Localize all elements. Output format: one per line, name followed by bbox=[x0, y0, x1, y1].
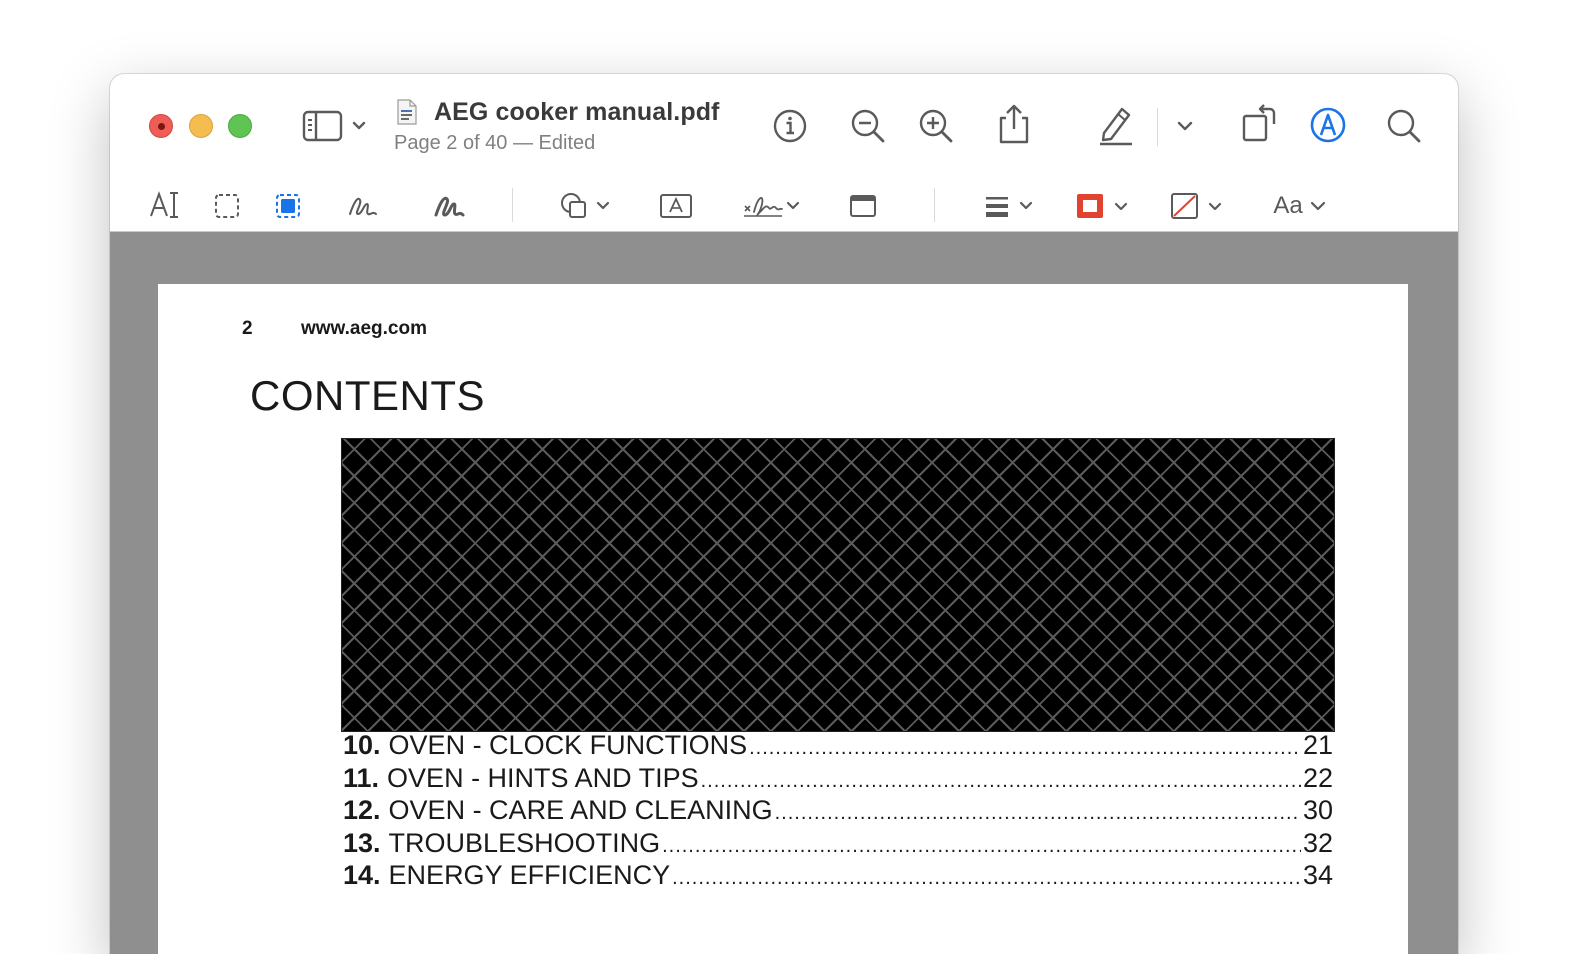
sidebar-toggle-button[interactable] bbox=[302, 108, 374, 144]
document-subtitle: Page 2 of 40 — Edited bbox=[394, 132, 596, 154]
toc-leader-dots bbox=[672, 867, 1301, 890]
line-style-button[interactable] bbox=[980, 192, 1040, 220]
sketch-icon bbox=[349, 197, 377, 216]
border-color-icon bbox=[1077, 194, 1128, 218]
text-box-button[interactable] bbox=[658, 192, 694, 220]
page-heading: CONTENTS bbox=[250, 372, 485, 419]
sign-button[interactable] bbox=[742, 190, 806, 222]
info-icon bbox=[773, 109, 807, 143]
highlight-pen-icon bbox=[1100, 107, 1132, 146]
toc-entry-number: 10. bbox=[343, 730, 381, 760]
note-icon bbox=[850, 195, 876, 217]
fill-color-button[interactable] bbox=[1168, 190, 1230, 222]
toc-entry-page: 30 bbox=[1302, 795, 1333, 825]
pdf-page: 2 www.aeg.com CONTENTS 10. OVEN - CLOCK … bbox=[158, 284, 1408, 954]
toc-entry-title: OVEN - CLOCK FUNCTIONS bbox=[388, 730, 748, 760]
shapes-button[interactable] bbox=[558, 190, 618, 222]
toc-entry[interactable]: 11. OVEN - HINTS AND TIPS 22 bbox=[343, 763, 1333, 796]
markup-separator bbox=[934, 188, 935, 222]
note-button[interactable] bbox=[848, 192, 878, 220]
line-style-icon bbox=[986, 197, 1033, 217]
toc-entry-title: ENERGY EFFICIENCY bbox=[388, 860, 671, 890]
sign-icon bbox=[744, 197, 800, 217]
rotate-icon bbox=[1242, 104, 1276, 142]
toc-entry-title: OVEN - HINTS AND TIPS bbox=[387, 762, 699, 793]
sidebar-icon bbox=[302, 110, 366, 142]
markup-button[interactable] bbox=[1308, 105, 1348, 145]
toc-leader-dots bbox=[775, 802, 1301, 825]
toc-entry-title: TROUBLESHOOTING bbox=[388, 827, 661, 858]
markup-icon bbox=[1310, 107, 1346, 143]
toc-leader-dots bbox=[701, 770, 1301, 793]
markup-toolbar: Aa bbox=[110, 178, 1458, 232]
page-number: 2 bbox=[242, 318, 253, 339]
preview-window: AEG cooker manual.pdf Page 2 of 40 — Edi… bbox=[110, 74, 1458, 954]
rect-selection-button[interactable] bbox=[212, 192, 242, 220]
share-icon bbox=[999, 104, 1029, 144]
zoom-out-icon bbox=[851, 109, 885, 143]
rect-selection-icon bbox=[215, 194, 239, 218]
draw-icon bbox=[434, 196, 465, 217]
toc-entry-page: 22 bbox=[1302, 762, 1333, 793]
page-header-url: www.aeg.com bbox=[301, 318, 427, 339]
document-title-area[interactable]: AEG cooker manual.pdf Page 2 of 40 — Edi… bbox=[394, 96, 756, 158]
zoom-out-button[interactable] bbox=[848, 106, 888, 146]
redaction-box[interactable] bbox=[341, 438, 1335, 732]
chevron-down-icon bbox=[352, 121, 366, 130]
toc-entry[interactable]: 14. ENERGY EFFICIENCY 34 bbox=[343, 860, 1333, 893]
toc-entry-number: 13. bbox=[343, 827, 381, 858]
toc-entry-page: 21 bbox=[1302, 730, 1333, 760]
toc-entry[interactable]: 13. TROUBLESHOOTING 32 bbox=[343, 828, 1333, 861]
toc-leader-dots bbox=[662, 835, 1301, 858]
toc-entry[interactable]: 10. OVEN - CLOCK FUNCTIONS 21 bbox=[343, 730, 1333, 763]
zoom-in-button[interactable] bbox=[916, 106, 956, 146]
search-icon bbox=[1387, 109, 1421, 143]
minimize-button[interactable] bbox=[189, 114, 213, 138]
shapes-icon bbox=[561, 193, 610, 218]
zoom-window-button[interactable] bbox=[228, 114, 252, 138]
rotate-button[interactable] bbox=[1238, 102, 1282, 146]
info-button[interactable] bbox=[770, 106, 810, 146]
chevron-down-icon bbox=[1310, 201, 1325, 211]
table-of-contents: 10. OVEN - CLOCK FUNCTIONS 21 11. OVEN -… bbox=[343, 730, 1333, 893]
zoom-in-icon bbox=[919, 109, 953, 143]
toc-entry-title: OVEN - CARE AND CLEANING bbox=[388, 795, 773, 825]
title-toolbar: AEG cooker manual.pdf Page 2 of 40 — Edi… bbox=[110, 74, 1458, 178]
toolbar-separator bbox=[1157, 108, 1158, 146]
toc-entry-page: 34 bbox=[1302, 860, 1333, 890]
toc-leader-dots bbox=[749, 737, 1301, 760]
border-color-button[interactable] bbox=[1072, 190, 1134, 222]
highlight-options-button[interactable] bbox=[1174, 114, 1196, 138]
text-selection-button[interactable] bbox=[148, 190, 182, 220]
fill-color-icon bbox=[1171, 193, 1222, 219]
text-style-label: Aa bbox=[1273, 192, 1303, 219]
toc-entry-number: 12. bbox=[343, 795, 381, 825]
highlight-button[interactable] bbox=[1096, 104, 1136, 146]
toc-entry[interactable]: 12. OVEN - CARE AND CLEANING 30 bbox=[343, 795, 1333, 828]
search-button[interactable] bbox=[1384, 106, 1424, 146]
text-box-icon bbox=[660, 194, 692, 218]
text-style-button[interactable]: Aa bbox=[1268, 190, 1332, 222]
text-selection-icon bbox=[150, 191, 178, 218]
pdf-file-icon bbox=[397, 99, 417, 125]
markup-separator bbox=[512, 188, 513, 222]
toc-entry-page: 32 bbox=[1302, 827, 1333, 858]
document-title: AEG cooker manual.pdf bbox=[434, 98, 720, 126]
toc-entry-number: 11. bbox=[343, 762, 380, 793]
close-button[interactable] bbox=[149, 114, 173, 138]
redact-selection-button[interactable] bbox=[273, 192, 303, 220]
chevron-down-icon bbox=[1177, 121, 1193, 131]
sketch-button[interactable] bbox=[346, 192, 380, 220]
draw-button[interactable] bbox=[432, 192, 466, 220]
redact-selection-icon bbox=[276, 194, 300, 218]
toc-entry-number: 14. bbox=[343, 860, 381, 890]
share-button[interactable] bbox=[994, 102, 1034, 146]
